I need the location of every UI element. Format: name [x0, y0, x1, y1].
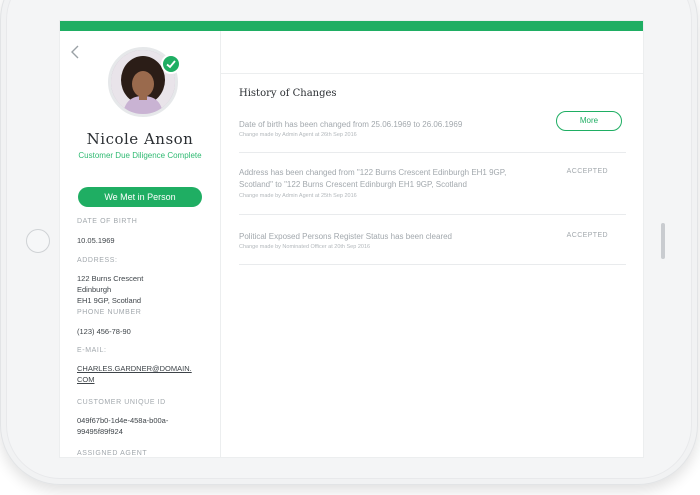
assigned-agent-label: ASSIGNED AGENT	[77, 450, 148, 457]
customer-name: Nicole Anson	[86, 130, 194, 148]
we-met-in-person-button[interactable]: We Met in Person	[78, 187, 202, 207]
content-header	[221, 31, 643, 74]
verified-check-icon	[161, 54, 181, 74]
phone-value: (123) 456-78-90	[77, 327, 131, 336]
more-button[interactable]: More	[556, 111, 622, 131]
dob-value: 10.05.1969	[77, 236, 115, 245]
dob-label: DATE OF BIRTH	[77, 218, 138, 225]
change-description-line-1: Address has been changed from "122 Burns…	[239, 168, 507, 177]
customer-id-line-1: 049f67b0-1d4e-458a-b00a-	[77, 416, 169, 425]
app-screen: Nicole Anson Customer Due Diligence Comp…	[60, 21, 643, 457]
email-link-line-1[interactable]: CHARLES.GARDNER@DOMAIN.	[77, 363, 192, 374]
change-meta: Change made by Nominated Officer at 20th…	[239, 244, 371, 250]
address-label: ADDRESS:	[77, 257, 118, 264]
history-item: Date of birth has been changed from 25.0…	[239, 111, 626, 153]
side-button[interactable]	[661, 223, 665, 259]
address-line-3: EH1 9GP, Scotland	[77, 296, 142, 305]
change-meta: Change made by Admin Agent at 26th Sep 2…	[239, 132, 357, 138]
back-chevron-icon[interactable]	[70, 45, 84, 59]
change-description: Political Exposed Persons Register Statu…	[239, 232, 453, 241]
status-badge: ACCEPTED	[566, 168, 608, 175]
top-accent-bar	[60, 21, 643, 31]
profile-sidebar: Nicole Anson Customer Due Diligence Comp…	[60, 31, 221, 457]
address-line-1: 122 Burns Crescent	[77, 274, 144, 283]
customer-id-line-2: 99495f89f924	[77, 427, 123, 436]
address-line-2: Edinburgh	[77, 285, 112, 294]
change-meta: Change made by Admin Agent at 25th Sep 2…	[239, 193, 357, 199]
history-item: Address has been changed from "122 Burns…	[239, 167, 626, 215]
history-item: Political Exposed Persons Register Statu…	[239, 231, 626, 265]
home-button[interactable]	[26, 229, 50, 253]
history-title: History of Changes	[239, 88, 337, 99]
phone-label: PHONE NUMBER	[77, 309, 142, 316]
customer-id-label: CUSTOMER UNIQUE ID	[77, 399, 166, 406]
due-diligence-status: Customer Due Diligence Complete	[78, 151, 202, 160]
change-description: Date of birth has been changed from 25.0…	[239, 120, 463, 129]
status-badge: ACCEPTED	[566, 232, 608, 239]
email-link-line-2[interactable]: COM	[77, 374, 95, 385]
email-label: E-MAIL:	[77, 347, 107, 354]
change-description-line-2: Scotland" to "122 Burns Crescent Edinbur…	[239, 180, 467, 189]
